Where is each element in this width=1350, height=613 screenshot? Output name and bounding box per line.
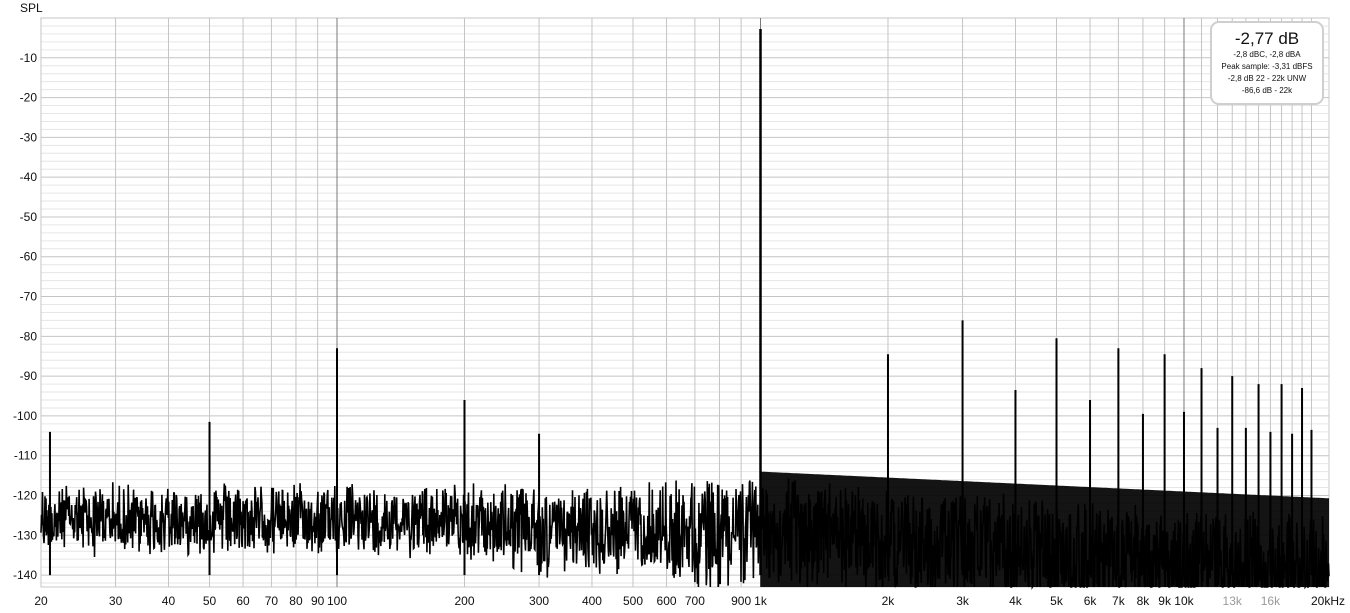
x-tick-label: 400 — [582, 594, 602, 608]
y-tick-label: -90 — [20, 369, 38, 383]
x-tick-label: 60 — [236, 594, 250, 608]
x-tick-label: 40 — [162, 594, 176, 608]
y-tick-label: -20 — [20, 91, 38, 105]
x-tick-label: 600 — [657, 594, 677, 608]
unweighted-readout: -2,8 dB 22 - 22k UNW — [1227, 74, 1307, 83]
x-tick-label: 8k — [1137, 594, 1151, 608]
y-tick-label: -120 — [13, 488, 37, 502]
x-tick-label: 100 — [327, 594, 347, 608]
y-axis-title: SPL — [20, 1, 43, 15]
y-tick-label: -10 — [20, 51, 38, 65]
x-tick-label: 13k — [1223, 594, 1243, 608]
y-tick-label: -70 — [20, 290, 38, 304]
x-tick-label: 700 — [685, 594, 705, 608]
x-tick-label: 5k — [1050, 594, 1064, 608]
x-tick-label: 6k — [1084, 594, 1098, 608]
thd-readout: -86,6 dB - 22k — [1241, 86, 1293, 95]
x-tick-label: 70 — [265, 594, 279, 608]
y-tick-label: -140 — [13, 568, 37, 582]
x-tick-label: 20kHz — [1311, 594, 1345, 608]
y-axis-labels: -10 -20 -30 -40 -50 -60 -70 -80 -90 -100 -110 -120 -… — [13, 51, 37, 582]
y-tick-label: -80 — [20, 329, 38, 343]
x-tick-label: 2k — [882, 594, 896, 608]
y-tick-label: -40 — [20, 170, 38, 184]
x-tick-label: 300 — [529, 594, 549, 608]
y-tick-label: -100 — [13, 409, 37, 423]
x-tick-label: 10k — [1174, 594, 1194, 608]
y-tick-label: -30 — [20, 130, 38, 144]
y-tick-label: -60 — [20, 250, 38, 264]
peak-sample-readout: Peak sample: -3,31 dBFS — [1221, 62, 1313, 71]
x-tick-label: 900 — [731, 594, 751, 608]
x-tick-label: 3k — [956, 594, 970, 608]
x-tick-label: 30 — [109, 594, 123, 608]
x-tick-label: 1k — [754, 594, 768, 608]
measurement-readout: -2,77 dB -2,8 dBC, -2,8 dBA Peak sample:… — [1210, 21, 1324, 105]
x-tick-label: 20 — [34, 594, 48, 608]
x-axis-labels: 20 30 40 50 60 70 80 90 100 200 300 400 500 600 700 900… — [34, 594, 1345, 608]
x-tick-label: 90 — [311, 594, 325, 608]
x-tick-label: 7k — [1112, 594, 1126, 608]
x-tick-label: 500 — [623, 594, 643, 608]
y-tick-label: -110 — [14, 449, 37, 463]
spectrum-chart: -10 -20 -30 -40 -50 -60 -70 -80 -90 -100 -110 -120 -… — [13, 1, 1345, 608]
x-tick-label: 4k — [1009, 594, 1023, 608]
y-tick-label: -50 — [20, 210, 38, 224]
x-tick-label: 200 — [454, 594, 474, 608]
weighted-readout: -2,8 dBC, -2,8 dBA — [1233, 50, 1301, 59]
y-tick-label: -130 — [13, 528, 37, 542]
level-readout: -2,77 dB — [1234, 29, 1300, 48]
x-tick-label: 50 — [203, 594, 217, 608]
x-tick-label: 80 — [289, 594, 303, 608]
x-tick-label: 9k — [1158, 594, 1172, 608]
x-tick-label: 16k — [1261, 594, 1281, 608]
